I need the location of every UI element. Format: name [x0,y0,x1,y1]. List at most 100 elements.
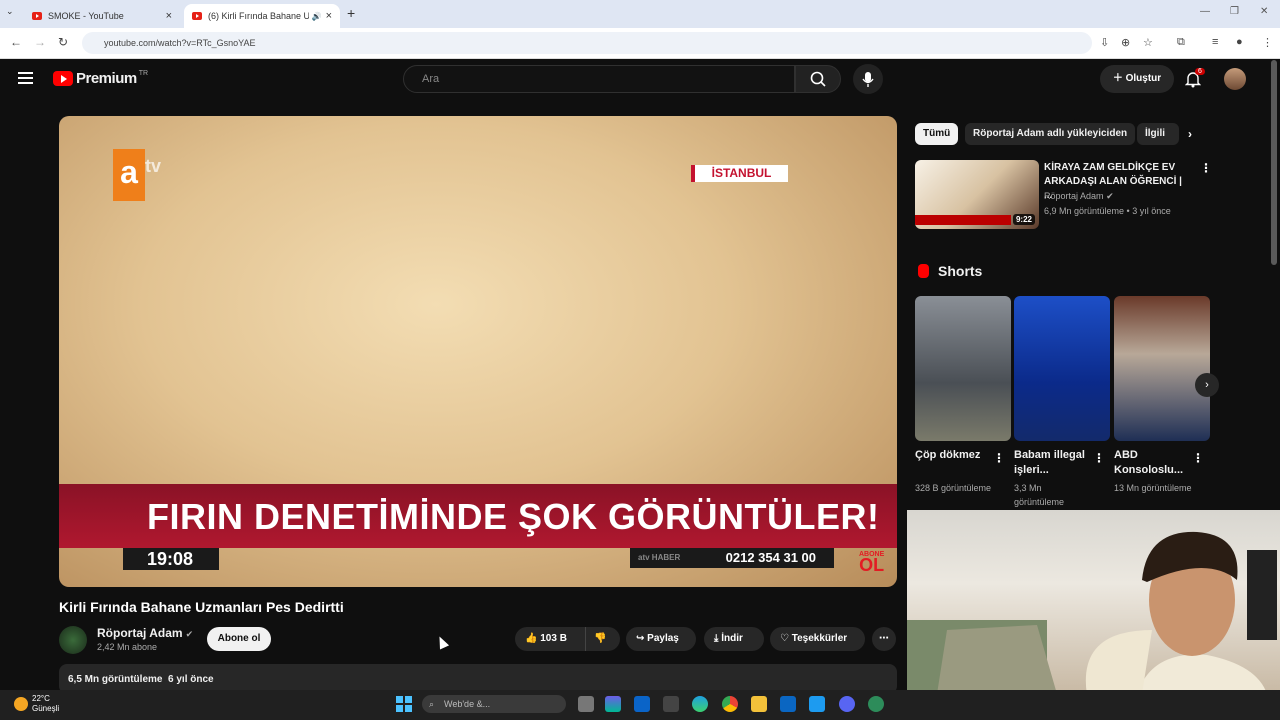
extensions-icon[interactable]: ⧉ [1177,36,1185,49]
verified-icon: ✔ [1106,191,1114,201]
voice-search-button[interactable] [853,64,883,94]
chip-uploader[interactable]: Röportaj Adam adlı yükleyiciden [965,123,1136,145]
install-icon[interactable]: ⇩ [1100,36,1109,49]
recommended-channel-text: Röportaj Adam [1044,191,1104,201]
close-window-icon[interactable]: ✕ [1260,6,1268,17]
account-avatar[interactable] [1224,68,1246,90]
channel-avatar[interactable] [59,626,87,654]
profile-icon[interactable]: ● [1236,36,1243,48]
share-button[interactable]: ↪ Paylaş [626,627,696,651]
youtube-favicon-icon [32,12,42,20]
chip-related[interactable]: İlgili [1137,123,1179,145]
copilot-icon[interactable] [605,696,621,712]
video-menu-icon[interactable]: ⋮ [1200,161,1212,175]
share-icon: ↪ [636,633,648,644]
tab-current[interactable]: (6) Kirli Fırında Bahane Uzm 🔊 × [184,4,340,28]
task-view-icon[interactable] [578,696,594,712]
thumbs-up-icon: 👍 [525,633,538,644]
file-explorer-icon[interactable] [751,696,767,712]
like-button[interactable]: 👍 103 B [525,627,567,651]
news-headline: FIRIN DENETİMİNDE ŞOK GÖRÜNTÜLER! [147,496,880,537]
more-icon: ⋯ [879,633,889,644]
country-code: TR [138,70,149,77]
recommended-channel[interactable]: Röportaj Adam ✔ [1044,191,1114,202]
new-tab-icon[interactable]: + [347,5,355,21]
weather-widget[interactable]: 22°C Güneşli [14,694,59,714]
chip-all[interactable]: Tümü [915,123,959,145]
zoom-icon[interactable]: ⊕ [1121,36,1130,49]
windows-start-icon[interactable] [396,696,412,712]
more-actions-button[interactable]: ⋯ [872,627,896,651]
tab-list-icon[interactable]: ⌄ [6,6,14,17]
like-count: 103 B [540,633,567,644]
short-thumbnail[interactable] [1114,296,1210,441]
short-menu-icon[interactable]: ⋮ [1192,451,1204,465]
browser-menu-icon[interactable]: ⋮ [1262,36,1273,49]
short-views: 328 B görüntüleme [915,483,992,493]
youtube-favicon-icon [192,12,202,20]
bookmark-star-icon[interactable]: ☆ [1143,36,1153,49]
mouse-cursor [434,634,450,650]
like-dislike-group: 👍 103 B 👎 [515,627,620,651]
menu-icon[interactable] [18,72,33,87]
channel-name[interactable]: Röportaj Adam ✔ [97,626,193,640]
tab-title: (6) Kirli Fırında Bahane Uzm [208,11,309,21]
url-field[interactable]: youtube.com/watch?v=RTc_GsnoYAE [82,32,1092,54]
video-player[interactable]: a tv İSTANBUL FIRIN DENETİMİNDE ŞOK GÖRÜ… [59,116,897,587]
thanks-button[interactable]: ♡ Teşekkürler [770,627,865,651]
webcam-overlay [907,510,1280,694]
short-thumbnail[interactable] [915,296,1011,441]
close-tab-icon[interactable]: × [326,10,332,22]
download-button[interactable]: ⤓ İndir [704,627,764,651]
outlook-icon[interactable] [634,696,650,712]
temperature: 22°C [32,694,50,703]
recommended-thumbnail[interactable]: 9:22 [915,160,1039,229]
short-menu-icon[interactable]: ⋮ [993,451,1005,465]
linkedin-icon[interactable] [780,696,796,712]
maximize-icon[interactable]: ❐ [1230,6,1239,17]
app-icon[interactable] [868,696,884,712]
chrome-icon[interactable] [722,696,738,712]
page-scrollbar[interactable] [1271,60,1277,265]
short-thumbnail[interactable] [1014,296,1110,441]
forward-icon[interactable]: → [34,35,46,49]
edge-icon[interactable] [692,696,708,712]
notification-count-badge: 6 [1195,68,1205,75]
youtube-logo[interactable]: Premium TR [53,70,148,87]
close-tab-icon[interactable]: × [166,10,172,22]
duration: 9:22 [1012,214,1035,225]
back-icon[interactable]: ← [10,35,22,49]
short-title[interactable]: Babam illegal işleri... [1014,448,1092,478]
search-button[interactable] [795,65,841,93]
short-menu-icon[interactable]: ⋮ [1093,451,1105,465]
phone-ticker: atv HABER 0212 354 31 00 [630,548,834,568]
video-title: Kirli Fırında Bahane Uzmanları Pes Dedir… [59,599,344,615]
taskbar-search[interactable]: ⌕ Web'de &... [422,695,566,713]
abone-ol-badge: ABONE OL [859,550,884,574]
minimize-icon[interactable]: — [1200,6,1210,17]
microphone-icon [862,72,874,87]
search-input[interactable]: Ara [403,65,795,93]
short-title[interactable]: ABD Konsoloslu... [1114,448,1192,478]
audio-playing-icon[interactable]: 🔊 [312,12,322,21]
short-title[interactable]: Çöp dökmez [915,448,993,463]
dislike-button[interactable]: 👎 [585,627,606,651]
tab-title: SMOKE - YouTube [48,11,124,21]
youtube-play-icon [53,71,73,86]
subscribe-button[interactable]: Abone ol [207,627,271,651]
taskbar-search-text: Web'de &... [444,699,491,709]
twitter-icon[interactable] [809,696,825,712]
upload-age: 6 yıl önce [168,674,214,685]
reload-icon[interactable]: ↻ [58,35,68,49]
thumbs-down-icon: 👎 [594,633,607,644]
discord-icon[interactable] [839,696,855,712]
webcam-person-image [907,531,1277,694]
phone-number: 0212 354 31 00 [725,550,816,565]
chip-next-icon[interactable]: › [1188,127,1192,141]
create-button[interactable]: ＋ Oluştur [1100,65,1174,93]
media-control-icon[interactable]: ≡ [1212,36,1218,48]
thanks-label: Teşekkürler [791,633,848,644]
store-icon[interactable] [663,696,679,712]
shorts-next-button[interactable]: › [1195,373,1219,397]
tab-smoke[interactable]: SMOKE - YouTube × [24,4,180,28]
